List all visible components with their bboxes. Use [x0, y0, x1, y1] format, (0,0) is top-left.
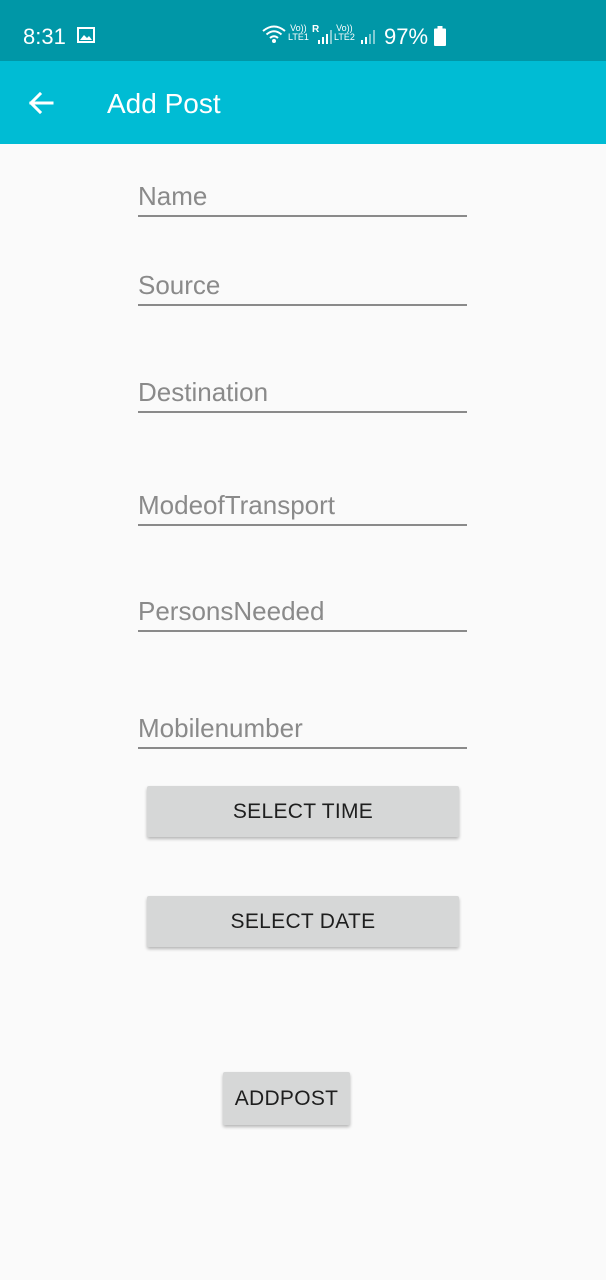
- sim2-indicator: Vo)) LTE2: [334, 24, 355, 42]
- page-title: Add Post: [107, 88, 221, 119]
- status-time: 8:31: [23, 24, 66, 49]
- wifi-icon: [262, 25, 286, 43]
- sim1-lte-label: LTE1: [288, 32, 309, 42]
- battery-icon: [434, 26, 446, 46]
- add-post-button[interactable]: ADDPOST: [223, 1072, 350, 1125]
- name-input[interactable]: [138, 177, 467, 217]
- persons-needed-input[interactable]: [138, 592, 467, 632]
- select-time-button[interactable]: SELECT TIME: [147, 786, 459, 837]
- select-date-button[interactable]: SELECT DATE: [147, 896, 459, 947]
- sim1-indicator: Vo)) LTE1: [288, 24, 309, 42]
- mode-of-transport-input[interactable]: [138, 486, 467, 526]
- status-bar: 8:31 Vo)) LTE1 R Vo)) LTE2 97%: [0, 0, 606, 61]
- destination-input[interactable]: [138, 373, 467, 413]
- battery-percent: 97%: [384, 24, 429, 49]
- gallery-icon: [77, 27, 95, 43]
- sim2-lte-label: LTE2: [334, 32, 355, 42]
- arrow-left-icon[interactable]: [26, 88, 56, 118]
- source-input[interactable]: [138, 266, 467, 306]
- app-bar: Add Post: [0, 61, 606, 144]
- signal-icon-2: [361, 30, 375, 44]
- mobile-number-input[interactable]: [138, 709, 467, 749]
- signal-icon: [318, 30, 332, 44]
